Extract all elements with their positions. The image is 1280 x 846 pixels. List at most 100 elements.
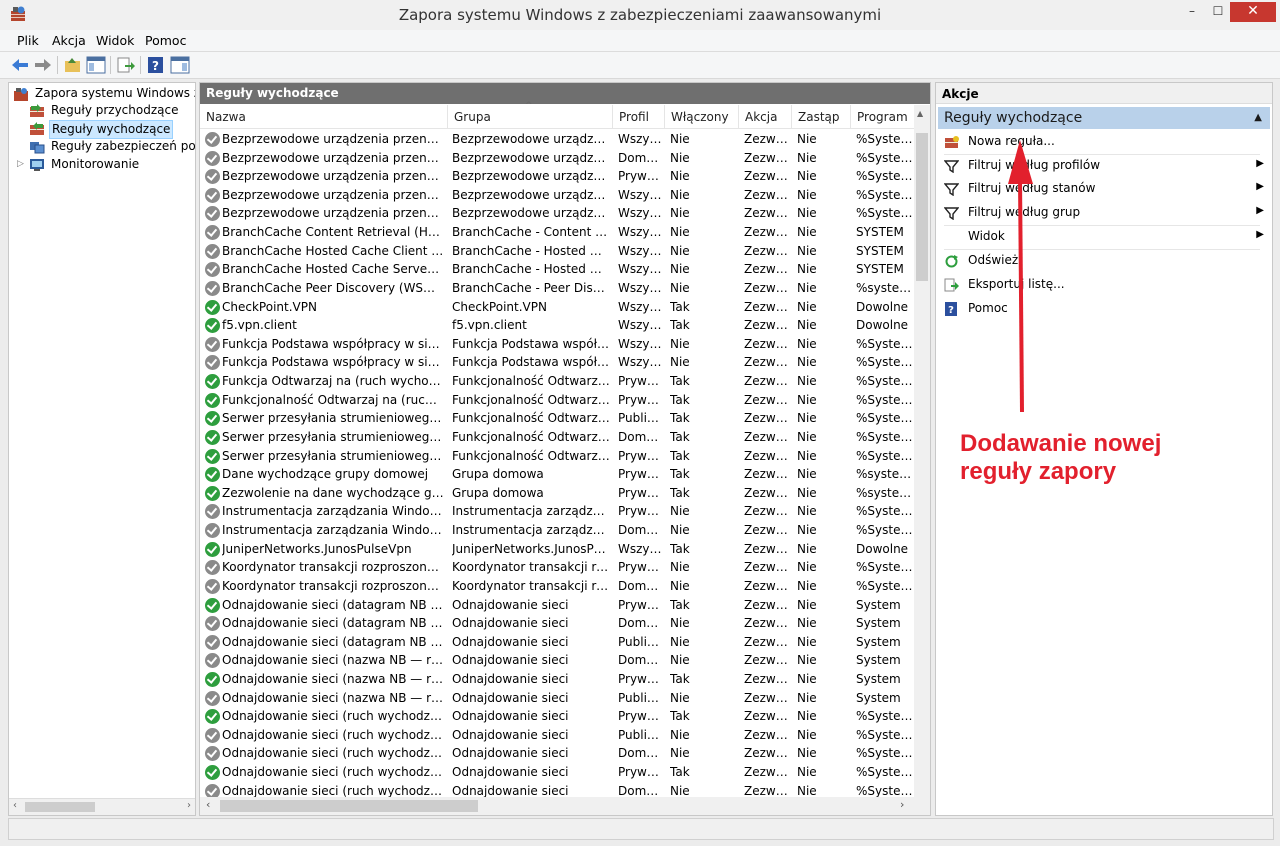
- scroll-left-icon[interactable]: ‹: [206, 798, 210, 811]
- column-header-override[interactable]: Zastąp: [791, 105, 850, 129]
- tree-scroll-thumb[interactable]: [25, 802, 95, 812]
- table-row[interactable]: Instrumentacja zarządzania Windows (ruch…: [200, 502, 914, 521]
- action-item[interactable]: Filtruj według profilów ▶: [938, 155, 1268, 177]
- table-row[interactable]: BranchCache Hosted Cache Client (HTTP-Ou…: [200, 242, 914, 261]
- table-row[interactable]: Odnajdowanie sieci (nazwa NB — ruch wych…: [200, 651, 914, 670]
- table-row[interactable]: Koordynator transakcji rozproszonych (ru…: [200, 558, 914, 577]
- table-row[interactable]: f5.vpn.client f5.vpn.client Wszystkie Tak Ze…: [200, 316, 914, 335]
- rule-override-cell: Nie: [797, 578, 817, 593]
- rule-action-cell: Zezwalaj: [744, 243, 789, 258]
- table-row[interactable]: Odnajdowanie sieci (nazwa NB — ruch wych…: [200, 689, 914, 708]
- rules-vertical-scrollbar[interactable]: ▲: [914, 105, 930, 797]
- rule-program-cell: %SystemRoot%: [856, 150, 914, 165]
- tree-horizontal-scrollbar[interactable]: ‹ ›: [9, 798, 195, 815]
- table-row[interactable]: Odnajdowanie sieci (ruch wychodzący bez …: [200, 726, 914, 745]
- column-header-profile[interactable]: Profil: [612, 105, 664, 129]
- table-row[interactable]: Serwer przesyłania strumieniowego funkcj…: [200, 409, 914, 428]
- action-item[interactable]: Widok ▶: [938, 226, 1268, 248]
- rule-enabled-icon: [205, 467, 220, 483]
- rule-name-cell: Dane wychodzące grupy domowej: [222, 467, 429, 482]
- table-row[interactable]: Odnajdowanie sieci (nazwa NB — ruch wych…: [200, 670, 914, 689]
- menu-akcja[interactable]: Akcja: [52, 33, 86, 48]
- table-row[interactable]: Odnajdowanie sieci (datagram NB — ruch w…: [200, 614, 914, 633]
- help-icon[interactable]: ?: [146, 56, 166, 74]
- table-row[interactable]: Instrumentacja zarządzania Windows (ruch…: [200, 521, 914, 540]
- menu-plik[interactable]: Plik: [17, 33, 39, 48]
- back-arrow-icon[interactable]: [10, 56, 30, 74]
- column-header-action[interactable]: Akcja: [738, 105, 791, 129]
- scroll-left-icon[interactable]: ‹: [13, 800, 17, 811]
- table-row[interactable]: JuniperNetworks.JunosPulseVpn JuniperNetw…: [200, 540, 914, 559]
- expand-arrow-icon[interactable]: ▷: [17, 156, 24, 173]
- table-row[interactable]: Dane wychodzące grupy domowej Grupa domow…: [200, 465, 914, 484]
- table-row[interactable]: BranchCache Hosted Cache Server(HTTP-Out…: [200, 260, 914, 279]
- table-row[interactable]: Funkcja Odtwarzaj na (ruch wychodzący) Fu…: [200, 372, 914, 391]
- scroll-up-icon[interactable]: ▲: [917, 109, 923, 118]
- action-item[interactable]: Odśwież: [938, 250, 1268, 272]
- table-row[interactable]: BranchCache Content Retrieval (HTTP-Out)…: [200, 223, 914, 242]
- rule-override-cell: Nie: [797, 411, 817, 426]
- table-row[interactable]: Funkcja Podstawa współpracy w sieci równ…: [200, 353, 914, 372]
- table-row[interactable]: Zezwolenie na dane wychodzące grupy domo…: [200, 484, 914, 503]
- maximize-button[interactable]: ☐: [1204, 2, 1232, 22]
- menu-pomoc[interactable]: Pomoc: [145, 33, 186, 48]
- table-row[interactable]: Bezprzewodowe urządzenia przenośne (ruch…: [200, 149, 914, 168]
- table-row[interactable]: Odnajdowanie sieci (ruch wychodzący LLMN…: [200, 763, 914, 782]
- rules-vscroll-thumb[interactable]: [916, 133, 928, 281]
- table-row[interactable]: Bezprzewodowe urządzenia przenośne (ruch…: [200, 167, 914, 186]
- table-row[interactable]: Serwer przesyłania strumieniowego funkcj…: [200, 447, 914, 466]
- annotation-text: Dodawanie nowej reguły zapory: [960, 430, 1161, 486]
- table-row[interactable]: Odnajdowanie sieci (datagram NB — ruch w…: [200, 596, 914, 615]
- up-folder-icon[interactable]: [63, 56, 83, 74]
- rule-profile-cell: Domena: [618, 429, 662, 444]
- rule-name-cell: Bezprzewodowe urządzenia przenośne (ruch…: [222, 150, 444, 165]
- forward-arrow-icon[interactable]: [33, 56, 53, 74]
- table-row[interactable]: Bezprzewodowe urządzenia przenośne (ruch…: [200, 204, 914, 223]
- tree-item-label: Reguły zabezpieczeń połączeń: [51, 139, 196, 153]
- rule-profile-cell: Domena: [618, 653, 662, 668]
- rule-action-cell: Zezwalaj: [744, 392, 789, 407]
- rules-hscroll-thumb[interactable]: [220, 800, 478, 812]
- rule-name-cell: Bezprzewodowe urządzenia przenośne (ruch…: [222, 132, 444, 146]
- rule-override-cell: Nie: [797, 560, 817, 575]
- scroll-right-icon[interactable]: ›: [900, 798, 904, 811]
- rule-enabled-cell: Nie: [670, 243, 690, 258]
- table-row[interactable]: BranchCache Peer Discovery (WSD-Out) Bran…: [200, 279, 914, 298]
- show-hide-action-pane-icon[interactable]: [170, 56, 190, 74]
- table-row[interactable]: Funkcja Podstawa współpracy w sieci równ…: [200, 335, 914, 354]
- action-item[interactable]: Filtruj według stanów ▶: [938, 178, 1268, 200]
- close-button[interactable]: ✕: [1230, 2, 1276, 22]
- table-row[interactable]: Odnajdowanie sieci (ruch wychodzący bez …: [200, 744, 914, 763]
- table-row[interactable]: Odnajdowanie sieci (ruch wychodzący bez …: [200, 707, 914, 726]
- rules-horizontal-scrollbar[interactable]: ‹ ›: [200, 797, 930, 815]
- table-row[interactable]: Funkcjonalność Odtwarzaj na (ruch wychod…: [200, 391, 914, 410]
- scroll-right-icon[interactable]: ›: [187, 800, 191, 811]
- table-row[interactable]: Bezprzewodowe urządzenia przenośne (ruch…: [200, 130, 914, 149]
- minimize-button[interactable]: –: [1178, 2, 1206, 22]
- rule-group-cell: Odnajdowanie sieci: [452, 690, 569, 705]
- action-item[interactable]: Filtruj według grup ▶: [938, 202, 1268, 224]
- menu-widok[interactable]: Widok: [96, 33, 134, 48]
- action-item[interactable]: Nowa reguła...: [938, 131, 1268, 153]
- action-item[interactable]: ? Pomoc: [938, 298, 1268, 320]
- collapse-icon[interactable]: ▲: [1254, 107, 1262, 129]
- rule-enabled-icon: [205, 765, 220, 781]
- rule-override-cell: Nie: [797, 150, 817, 165]
- table-row[interactable]: Odnajdowanie sieci (datagram NB — ruch w…: [200, 633, 914, 652]
- show-hide-tree-icon[interactable]: [86, 56, 106, 74]
- table-row[interactable]: Serwer przesyłania strumieniowego funkcj…: [200, 428, 914, 447]
- export-list-icon[interactable]: [116, 56, 136, 74]
- action-item[interactable]: Eksportuj listę...: [938, 274, 1268, 296]
- column-header-enabled[interactable]: Włączony: [664, 105, 738, 129]
- table-row[interactable]: Bezprzewodowe urządzenia przenośne (ruch…: [200, 186, 914, 205]
- column-header-name[interactable]: Nazwa: [200, 105, 447, 129]
- column-header-program[interactable]: Program: [850, 105, 914, 129]
- column-header-group[interactable]: Grupa: [447, 105, 612, 129]
- rule-override-cell: Nie: [797, 355, 817, 370]
- table-row[interactable]: Koordynator transakcji rozproszonych (ru…: [200, 577, 914, 596]
- actions-section-header[interactable]: Reguły wychodzące ▲: [938, 107, 1270, 129]
- submenu-arrow-icon: ▶: [1256, 229, 1264, 240]
- table-row[interactable]: CheckPoint.VPN CheckPoint.VPN Wszystkie Tak…: [200, 298, 914, 317]
- rule-action-cell: Zezwalaj: [744, 727, 789, 742]
- rule-enabled-icon: [205, 392, 220, 408]
